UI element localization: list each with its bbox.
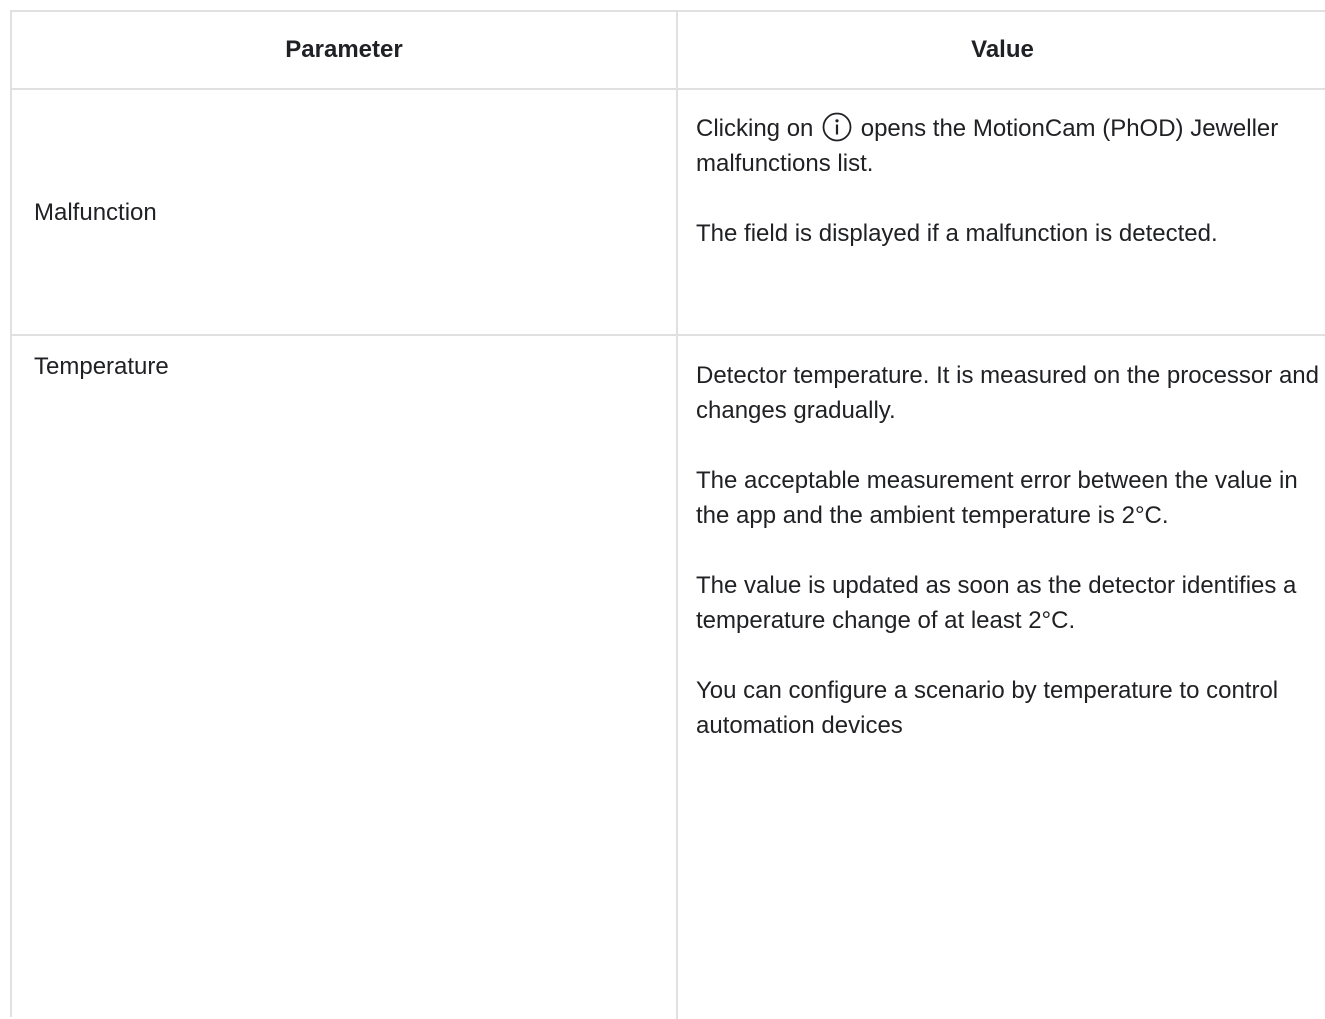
malfunction-description: Clicking on opens the MotionCam (PhOD) J…	[696, 111, 1325, 181]
temperature-paragraph-1: Detector temperature. It is measured on …	[696, 362, 1319, 424]
temperature-paragraph-4: You can configure a scenario by temperat…	[696, 677, 1279, 739]
row-malfunction-parameter: Malfunction	[34, 199, 157, 226]
malfunction-text-prefix: Clicking on	[696, 115, 814, 142]
header-parameter: Parameter	[285, 36, 403, 63]
column-divider	[676, 12, 678, 1019]
temperature-paragraph-3: The value is updated as soon as the dete…	[696, 572, 1297, 634]
row-temperature-value: Detector temperature. It is measured on …	[696, 358, 1325, 743]
header-value: Value	[971, 36, 1034, 63]
info-circle-icon[interactable]	[822, 112, 852, 142]
malfunction-note: The field is displayed if a malfunction …	[696, 220, 1218, 247]
temperature-paragraph-2: The acceptable measurement error between…	[696, 467, 1298, 529]
parameter-table: Parameter Value Malfunction Clicking on …	[10, 10, 1325, 1019]
header-divider	[12, 88, 1325, 90]
row-divider	[12, 334, 1325, 336]
row-temperature-parameter: Temperature	[34, 353, 169, 380]
row-malfunction-value: Clicking on opens the MotionCam (PhOD) J…	[696, 111, 1325, 251]
